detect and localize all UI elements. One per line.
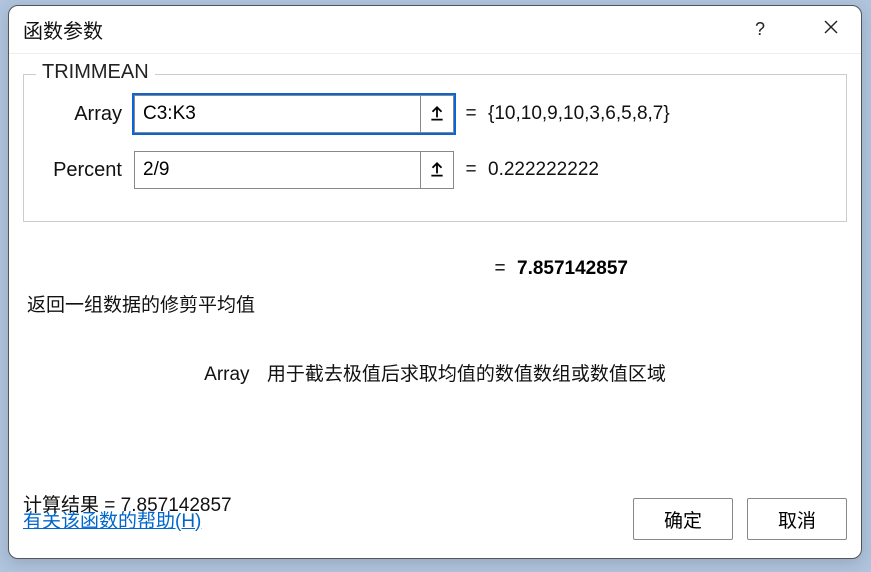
title-controls: ? xyxy=(747,15,847,44)
function-result-row: = 7.857142857 xyxy=(23,258,847,280)
percent-input[interactable] xyxy=(134,151,420,189)
equals-sign: = xyxy=(483,258,517,280)
function-arguments-dialog: 函数参数 ? TRIMMEAN Array = {10,10,9,10,3,6,… xyxy=(8,5,862,559)
function-help-link[interactable]: 有关该函数的帮助(H) xyxy=(23,506,201,533)
param-row-array: Array = {10,10,9,10,3,6,5,8,7} xyxy=(34,93,836,135)
param-label-percent: Percent xyxy=(34,159,134,182)
param-input-wrap-array xyxy=(134,95,454,133)
array-preview: {10,10,9,10,3,6,5,8,7} xyxy=(488,103,836,125)
function-name: TRIMMEAN xyxy=(36,61,155,84)
param-desc-text: 用于截去极值后求取均值的数值数组或数值区域 xyxy=(267,364,666,385)
array-input[interactable] xyxy=(134,95,420,133)
percent-preview: 0.222222222 xyxy=(488,159,836,181)
parameters-group: TRIMMEAN Array = {10,10,9,10,3,6,5,8,7} … xyxy=(23,74,847,222)
param-row-percent: Percent = 0.222222222 xyxy=(34,149,836,191)
dialog-footer: 有关该函数的帮助(H) 确定 取消 xyxy=(23,498,847,540)
cancel-button[interactable]: 取消 xyxy=(747,498,847,540)
equals-sign: = xyxy=(454,103,488,125)
dialog-content: TRIMMEAN Array = {10,10,9,10,3,6,5,8,7} … xyxy=(9,54,861,558)
range-selector-button-percent[interactable] xyxy=(420,151,454,189)
help-icon[interactable]: ? xyxy=(747,15,773,44)
param-label-array: Array xyxy=(34,103,134,126)
parameter-description: Array 用于截去极值后求取均值的数值数组或数值区域 xyxy=(23,359,847,386)
dialog-title: 函数参数 xyxy=(23,15,747,44)
titlebar: 函数参数 ? xyxy=(9,6,861,54)
param-input-wrap-percent xyxy=(134,151,454,189)
function-result: 7.857142857 xyxy=(517,258,628,280)
range-selector-button-array[interactable] xyxy=(420,95,454,133)
equals-sign: = xyxy=(454,159,488,181)
function-description: 返回一组数据的修剪平均值 xyxy=(23,290,847,317)
param-desc-label: Array xyxy=(204,364,249,386)
close-icon[interactable] xyxy=(815,15,847,44)
ok-button[interactable]: 确定 xyxy=(633,498,733,540)
footer-buttons: 确定 取消 xyxy=(633,498,847,540)
